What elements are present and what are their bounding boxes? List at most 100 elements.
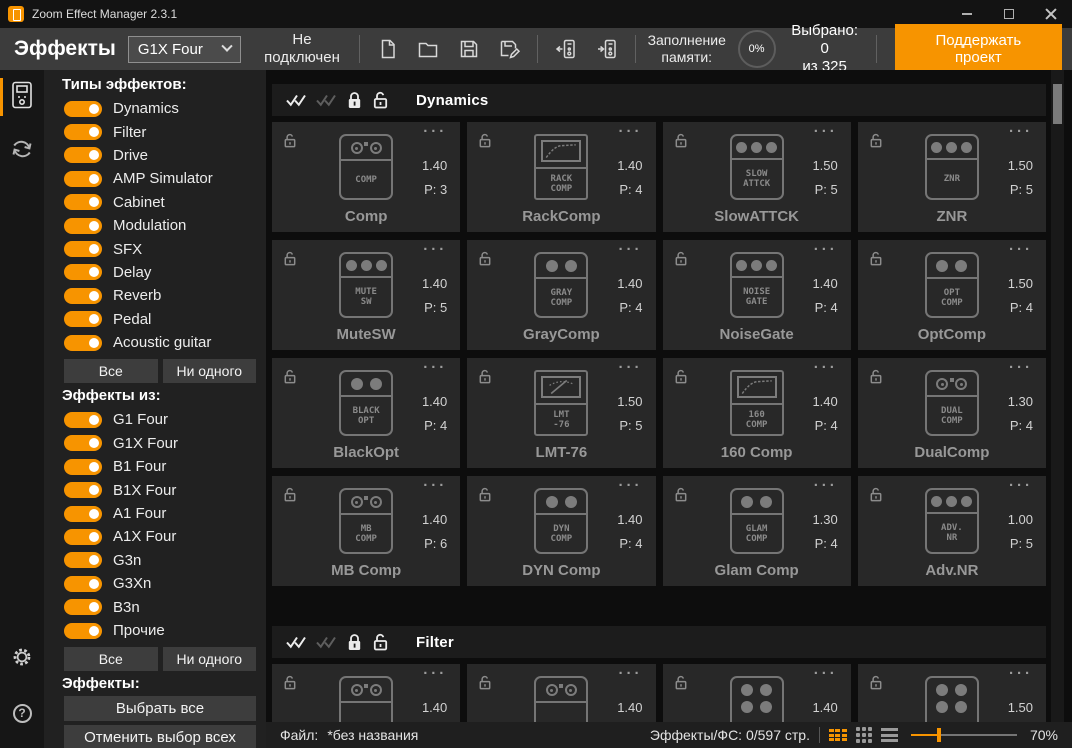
card-menu-icon[interactable]: ··· — [1009, 359, 1033, 376]
effect-type-toggle-modulation[interactable] — [64, 218, 102, 234]
types-none-button[interactable]: Ни одного — [163, 359, 257, 383]
effect-card-znr[interactable]: ···1.50P: 5ZNRZNR — [858, 122, 1046, 232]
rail-help-button[interactable] — [0, 694, 44, 732]
view-list-icon[interactable] — [881, 728, 898, 742]
unlock-icon[interactable] — [869, 368, 883, 390]
card-menu-icon[interactable]: ··· — [1009, 665, 1033, 682]
effect-card[interactable]: ···1.50 — [858, 664, 1046, 722]
save-button[interactable] — [451, 32, 485, 66]
unlock-icon[interactable] — [283, 674, 297, 696]
unlock-icon[interactable] — [674, 674, 688, 696]
rail-settings-button[interactable] — [0, 640, 44, 678]
devices-all-button[interactable]: Все — [64, 647, 158, 671]
new-file-button[interactable] — [371, 32, 405, 66]
card-menu-icon[interactable]: ··· — [619, 477, 643, 494]
save-as-button[interactable] — [492, 32, 526, 66]
deselect-all-section-icon[interactable] — [316, 636, 337, 649]
device-toggle-b1x-four[interactable] — [64, 482, 102, 498]
card-menu-icon[interactable]: ··· — [423, 665, 447, 682]
open-folder-button[interactable] — [411, 32, 445, 66]
lock-section-icon[interactable] — [346, 632, 363, 652]
card-menu-icon[interactable]: ··· — [1009, 241, 1033, 258]
effect-type-toggle-cabinet[interactable] — [64, 194, 102, 210]
unlock-icon[interactable] — [478, 250, 492, 272]
scrollbar[interactable] — [1051, 70, 1064, 722]
effect-card-graycomp[interactable]: ···1.40P: 4GrayCompGRAYCOMP — [467, 240, 655, 350]
effect-card-slowattck[interactable]: ···1.50P: 5SlowATTCKSLOWATTCK — [663, 122, 851, 232]
device-toggle-b1-four[interactable] — [64, 459, 102, 475]
rail-sync-button[interactable] — [0, 132, 44, 170]
support-project-button[interactable]: Поддержать проект — [895, 24, 1062, 74]
effect-card-dyn-comp[interactable]: ···1.40P: 4DYN CompDYNCOMP — [467, 476, 655, 586]
select-all-section-icon[interactable] — [286, 94, 307, 107]
effect-type-toggle-dynamics[interactable] — [64, 101, 102, 117]
devices-none-button[interactable]: Ни одного — [163, 647, 257, 671]
effect-type-toggle-drive[interactable] — [64, 147, 102, 163]
effect-card[interactable]: ···1.40 — [663, 664, 851, 722]
device-toggle-g3n[interactable] — [64, 552, 102, 568]
effect-card-noisegate[interactable]: ···1.40P: 4NoiseGateNOISEGATE — [663, 240, 851, 350]
effect-card[interactable]: ···1.40 — [272, 664, 460, 722]
effect-card-blackopt[interactable]: ···1.40P: 4BlackOptBLACKOPT — [272, 358, 460, 468]
card-menu-icon[interactable]: ··· — [619, 123, 643, 140]
select-all-section-icon[interactable] — [286, 636, 307, 649]
unlock-section-icon[interactable] — [372, 632, 389, 652]
card-menu-icon[interactable]: ··· — [619, 665, 643, 682]
card-menu-icon[interactable]: ··· — [423, 241, 447, 258]
effect-card-optcomp[interactable]: ···1.50P: 4OptCompOPTCOMP — [858, 240, 1046, 350]
effect-card[interactable]: ···1.40 — [467, 664, 655, 722]
effect-card-160-comp[interactable]: ···1.40P: 4160 Comp160COMP — [663, 358, 851, 468]
effect-card-lmt-76[interactable]: ···1.50P: 5LMT-76LMT-76 — [467, 358, 655, 468]
effect-type-toggle-filter[interactable] — [64, 124, 102, 140]
deselect-all-section-icon[interactable] — [316, 94, 337, 107]
unlock-icon[interactable] — [674, 486, 688, 508]
unlock-icon[interactable] — [869, 250, 883, 272]
select-all-effects-button[interactable]: Выбрать все — [64, 696, 256, 721]
device-toggle-g3xn[interactable] — [64, 576, 102, 592]
card-menu-icon[interactable]: ··· — [1009, 123, 1033, 140]
card-menu-icon[interactable]: ··· — [423, 359, 447, 376]
device-toggle-a1x-four[interactable] — [64, 529, 102, 545]
unlock-icon[interactable] — [478, 674, 492, 696]
effect-card-mutesw[interactable]: ···1.40P: 5MuteSWMUTESW — [272, 240, 460, 350]
view-detail-icon[interactable] — [829, 729, 847, 741]
zoom-slider-handle[interactable] — [937, 728, 941, 742]
unlock-section-icon[interactable] — [372, 90, 389, 110]
effect-type-toggle-acoustic-guitar[interactable] — [64, 335, 102, 351]
card-menu-icon[interactable]: ··· — [423, 123, 447, 140]
unlock-icon[interactable] — [283, 250, 297, 272]
zoom-slider[interactable] — [911, 728, 1017, 742]
effect-card-adv-nr[interactable]: ···1.00P: 5Adv.NRADV.NR — [858, 476, 1046, 586]
effect-type-toggle-amp-simulator[interactable] — [64, 171, 102, 187]
card-menu-icon[interactable]: ··· — [423, 477, 447, 494]
effect-type-toggle-pedal[interactable] — [64, 311, 102, 327]
device-select[interactable]: G1X Four — [128, 36, 242, 63]
unlock-icon[interactable] — [478, 368, 492, 390]
deselect-all-effects-button[interactable]: Отменить выбор всех — [64, 725, 256, 748]
unlock-icon[interactable] — [283, 486, 297, 508]
view-grid-icon[interactable] — [856, 727, 872, 743]
types-all-button[interactable]: Все — [64, 359, 158, 383]
unlock-icon[interactable] — [478, 486, 492, 508]
effect-card-rackcomp[interactable]: ···1.40P: 4RackCompRACKCOMP — [467, 122, 655, 232]
device-toggle-a1-four[interactable] — [64, 506, 102, 522]
unlock-icon[interactable] — [283, 368, 297, 390]
card-menu-icon[interactable]: ··· — [814, 359, 838, 376]
card-menu-icon[interactable]: ··· — [814, 241, 838, 258]
unlock-icon[interactable] — [869, 486, 883, 508]
device-toggle-g1x-four[interactable] — [64, 435, 102, 451]
card-menu-icon[interactable]: ··· — [814, 665, 838, 682]
rail-effects-tab[interactable] — [0, 78, 44, 116]
card-menu-icon[interactable]: ··· — [814, 123, 838, 140]
card-menu-icon[interactable]: ··· — [619, 241, 643, 258]
card-menu-icon[interactable]: ··· — [1009, 477, 1033, 494]
effect-type-toggle-delay[interactable] — [64, 264, 102, 280]
unlock-icon[interactable] — [674, 368, 688, 390]
effect-card-comp[interactable]: ···1.40P: 3CompCOMP — [272, 122, 460, 232]
scrollbar-thumb[interactable] — [1053, 84, 1062, 124]
unlock-icon[interactable] — [674, 250, 688, 272]
unlock-icon[interactable] — [674, 132, 688, 154]
unlock-icon[interactable] — [478, 132, 492, 154]
effect-card-mb-comp[interactable]: ···1.40P: 6MB CompMBCOMP — [272, 476, 460, 586]
device-toggle-b3n[interactable] — [64, 599, 102, 615]
